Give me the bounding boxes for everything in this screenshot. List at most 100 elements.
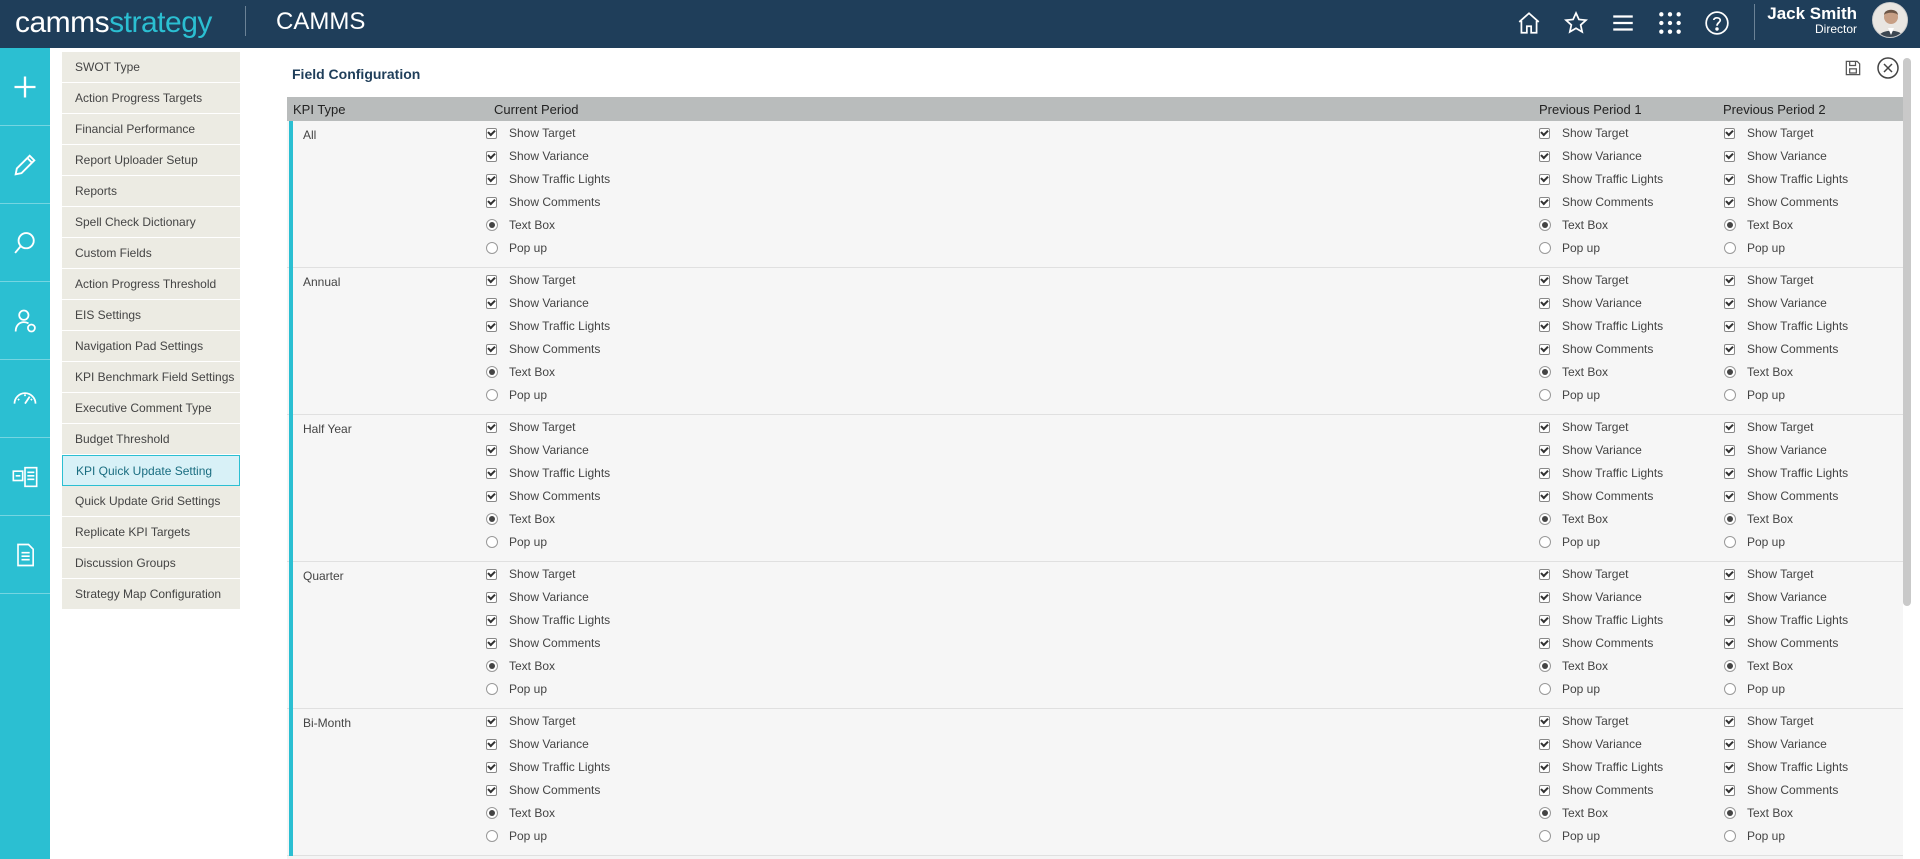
option-pop-up[interactable]: Pop up (1724, 385, 1785, 405)
checkbox[interactable] (486, 196, 497, 208)
option-show-comments[interactable]: Show Comments (486, 339, 600, 359)
menu-item[interactable]: Budget Threshold (62, 424, 240, 455)
option-show-comments[interactable]: Show Comments (1724, 339, 1838, 359)
user-name[interactable]: Jack Smith (1767, 4, 1857, 24)
checkbox[interactable] (486, 490, 497, 502)
option-show-traffic-lights[interactable]: Show Traffic Lights (486, 169, 610, 189)
option-show-variance[interactable]: Show Variance (1539, 440, 1642, 460)
option-pop-up[interactable]: Pop up (486, 532, 547, 552)
menu-item[interactable]: KPI Quick Update Setting (62, 455, 240, 486)
checkbox[interactable] (486, 274, 497, 286)
option-pop-up[interactable]: Pop up (1724, 826, 1785, 846)
checkbox[interactable] (486, 591, 497, 603)
menu-item[interactable]: Executive Comment Type (62, 393, 240, 424)
option-show-variance[interactable]: Show Variance (1724, 293, 1827, 313)
menu-item[interactable]: Spell Check Dictionary (62, 207, 240, 238)
option-pop-up[interactable]: Pop up (1724, 532, 1785, 552)
checkbox[interactable] (486, 297, 497, 309)
radio-button[interactable] (1724, 536, 1736, 548)
checkbox[interactable] (486, 150, 497, 162)
radio-button[interactable] (1539, 513, 1551, 525)
option-show-target[interactable]: Show Target (486, 417, 576, 437)
option-pop-up[interactable]: Pop up (1724, 679, 1785, 699)
radio-button[interactable] (486, 242, 498, 254)
menu-item[interactable]: Action Progress Threshold (62, 269, 240, 300)
menu-item[interactable]: Strategy Map Configuration (62, 579, 240, 610)
checkbox[interactable] (1724, 444, 1735, 456)
menu-item[interactable]: Replicate KPI Targets (62, 517, 240, 548)
option-show-target[interactable]: Show Target (486, 711, 576, 731)
menu-item[interactable]: Quick Update Grid Settings (62, 486, 240, 517)
menu-icon[interactable] (1608, 8, 1638, 38)
checkbox[interactable] (1724, 738, 1735, 750)
checkbox[interactable] (486, 738, 497, 750)
option-show-target[interactable]: Show Target (486, 564, 576, 584)
checkbox[interactable] (1539, 173, 1550, 185)
star-icon[interactable] (1561, 8, 1591, 38)
option-pop-up[interactable]: Pop up (1539, 385, 1600, 405)
rail-dashboard[interactable] (0, 360, 50, 438)
radio-button[interactable] (486, 660, 498, 672)
radio-button[interactable] (1539, 366, 1551, 378)
option-pop-up[interactable]: Pop up (1539, 532, 1600, 552)
checkbox[interactable] (486, 568, 497, 580)
option-show-traffic-lights[interactable]: Show Traffic Lights (1539, 316, 1663, 336)
checkbox[interactable] (1724, 150, 1735, 162)
menu-item[interactable]: Navigation Pad Settings (62, 331, 240, 362)
checkbox[interactable] (1539, 343, 1550, 355)
option-show-variance[interactable]: Show Variance (1724, 587, 1827, 607)
menu-item[interactable]: Reports (62, 176, 240, 207)
option-show-target[interactable]: Show Target (1724, 417, 1814, 437)
option-show-comments[interactable]: Show Comments (1539, 486, 1653, 506)
option-show-comments[interactable]: Show Comments (486, 192, 600, 212)
option-pop-up[interactable]: Pop up (486, 826, 547, 846)
menu-item[interactable]: Discussion Groups (62, 548, 240, 579)
option-show-variance[interactable]: Show Variance (1539, 293, 1642, 313)
radio-button[interactable] (1724, 683, 1736, 695)
radio-button[interactable] (1724, 513, 1736, 525)
checkbox[interactable] (1539, 320, 1550, 332)
option-pop-up[interactable]: Pop up (1539, 238, 1600, 258)
close-icon[interactable] (1876, 56, 1900, 85)
menu-item[interactable]: EIS Settings (62, 300, 240, 331)
radio-button[interactable] (1724, 219, 1736, 231)
option-show-traffic-lights[interactable]: Show Traffic Lights (1539, 757, 1663, 777)
checkbox[interactable] (1539, 761, 1550, 773)
radio-button[interactable] (1539, 242, 1551, 254)
checkbox[interactable] (1539, 467, 1550, 479)
option-show-comments[interactable]: Show Comments (1724, 780, 1838, 800)
checkbox[interactable] (1539, 150, 1550, 162)
option-text-box[interactable]: Text Box (1539, 362, 1608, 382)
checkbox[interactable] (1539, 738, 1550, 750)
radio-button[interactable] (486, 536, 498, 548)
option-show-target[interactable]: Show Target (1724, 123, 1814, 143)
radio-button[interactable] (1539, 219, 1551, 231)
option-show-traffic-lights[interactable]: Show Traffic Lights (1724, 316, 1848, 336)
checkbox[interactable] (1539, 568, 1550, 580)
option-show-traffic-lights[interactable]: Show Traffic Lights (1539, 610, 1663, 630)
menu-item[interactable]: Action Progress Targets (62, 83, 240, 114)
checkbox[interactable] (1539, 274, 1550, 286)
option-text-box[interactable]: Text Box (1724, 656, 1793, 676)
option-show-comments[interactable]: Show Comments (1724, 192, 1838, 212)
radio-button[interactable] (1539, 807, 1551, 819)
checkbox[interactable] (486, 127, 497, 139)
option-pop-up[interactable]: Pop up (1539, 679, 1600, 699)
option-show-traffic-lights[interactable]: Show Traffic Lights (1539, 463, 1663, 483)
checkbox[interactable] (1724, 274, 1735, 286)
option-pop-up[interactable]: Pop up (486, 238, 547, 258)
option-show-traffic-lights[interactable]: Show Traffic Lights (486, 316, 610, 336)
option-text-box[interactable]: Text Box (1539, 656, 1608, 676)
checkbox[interactable] (1724, 127, 1735, 139)
option-text-box[interactable]: Text Box (486, 215, 555, 235)
checkbox[interactable] (1539, 591, 1550, 603)
option-pop-up[interactable]: Pop up (1539, 826, 1600, 846)
checkbox[interactable] (486, 421, 497, 433)
radio-button[interactable] (1724, 389, 1736, 401)
checkbox[interactable] (486, 637, 497, 649)
option-show-comments[interactable]: Show Comments (1539, 633, 1653, 653)
option-show-traffic-lights[interactable]: Show Traffic Lights (1724, 757, 1848, 777)
option-show-target[interactable]: Show Target (1724, 270, 1814, 290)
radio-button[interactable] (1724, 830, 1736, 842)
rail-cards[interactable] (0, 438, 50, 516)
